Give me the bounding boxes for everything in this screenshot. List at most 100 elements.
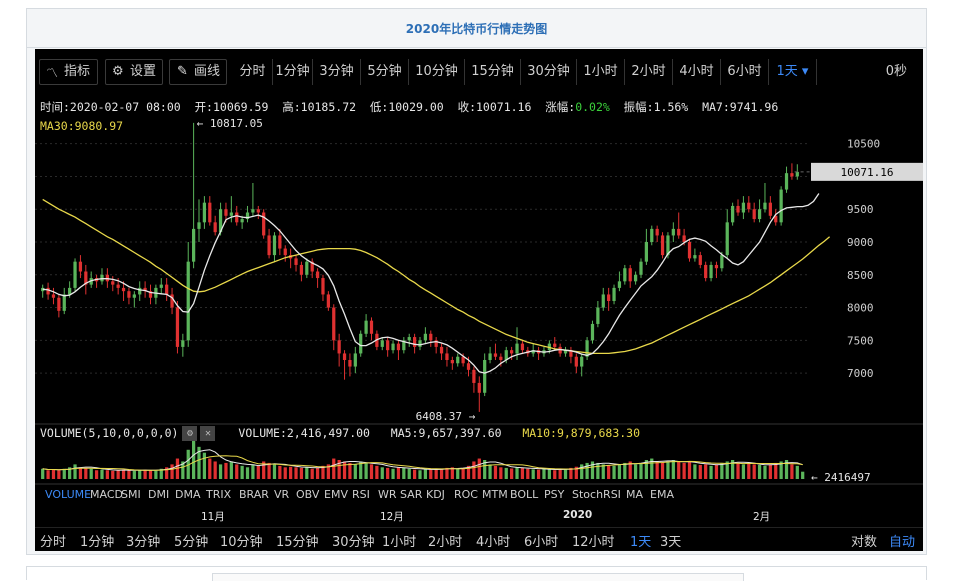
candle-body — [116, 284, 120, 288]
indicator-tab[interactable]: ROC — [454, 488, 478, 501]
volume-bar — [655, 461, 659, 479]
volume-bar — [283, 467, 287, 479]
volume-bar — [202, 452, 207, 479]
candle-body — [132, 294, 136, 298]
volume-bar — [235, 464, 239, 479]
volume-settings-icon[interactable]: ⚙ — [182, 426, 198, 441]
candle-body — [429, 333, 433, 341]
volume-bar — [752, 464, 756, 479]
volume-bar — [504, 467, 508, 479]
candle-body — [725, 222, 729, 256]
indicator-tab[interactable]: VR — [274, 488, 289, 501]
volume-bar — [229, 461, 233, 479]
scale-option[interactable]: 对数 — [851, 531, 877, 550]
indicator-tab[interactable]: OBV — [296, 488, 319, 501]
volume-bar — [84, 467, 88, 479]
indicator-tab[interactable]: PSY — [544, 488, 564, 501]
volume-bar — [774, 462, 778, 479]
volume-bar — [461, 467, 465, 479]
volume-bar — [62, 468, 66, 479]
candle-body — [353, 353, 357, 367]
volume-bar — [315, 467, 320, 479]
kline-chart-panel: 〽 指标 ⚙ 设置 ✎ 画线 分时 1分钟 3分钟 5分钟 10分钟 15分钟 30分钟 1小… — [35, 49, 923, 551]
indicator-tab[interactable]: RSI — [352, 488, 370, 501]
indicator-tab[interactable]: SMI — [121, 488, 141, 501]
candle-body — [790, 173, 794, 177]
volume-bar — [299, 467, 304, 479]
bottom-period-tab[interactable]: 1天 — [630, 531, 651, 550]
volume-bar — [138, 470, 142, 479]
volume-bar — [407, 468, 411, 479]
indicator-tab[interactable]: DMI — [148, 488, 169, 501]
volume-bar — [488, 464, 492, 479]
candle-body — [267, 235, 271, 256]
indicator-tab[interactable]: TRIX — [206, 488, 231, 501]
max-price-annotation: ← 10817.05 — [197, 117, 263, 130]
indicator-tab[interactable]: MTM — [482, 488, 508, 501]
min-price-annotation: 6408.37 → — [416, 410, 476, 423]
indicator-tab[interactable]: SAR — [400, 488, 422, 501]
bottom-period-tab[interactable]: 1小时 — [382, 531, 416, 550]
candle-body — [62, 294, 66, 311]
candle-body — [283, 248, 287, 256]
volume-bar — [558, 469, 562, 479]
volume-bar — [563, 468, 568, 479]
bottom-period-tab[interactable]: 12小时 — [572, 531, 615, 550]
next-card — [26, 566, 927, 581]
volume-bar — [741, 464, 746, 479]
candle-body — [553, 343, 557, 347]
bottom-period-tab[interactable]: 10分钟 — [220, 531, 263, 550]
indicator-tab[interactable]: EMV — [324, 488, 348, 501]
bottom-period-tab[interactable]: 5分钟 — [174, 531, 208, 550]
volume-info: VOLUME(5,10,0,0,0,0) ⚙ ✕ VOLUME:2,416,497.… — [40, 426, 640, 441]
volume-bar — [698, 464, 702, 479]
candle-body — [483, 360, 487, 393]
candle-body — [369, 320, 374, 334]
y-tick-label: 7000 — [847, 367, 874, 380]
bottom-period-bar: 分时 1分钟 3分钟 5分钟 10分钟 15分钟 30分钟 1小时 2小时 4小时 6小时 12小时 1… — [35, 527, 923, 551]
candle-body — [709, 264, 713, 279]
candle-body — [488, 353, 492, 360]
volume-bar — [380, 467, 384, 479]
bottom-period-tab[interactable]: 3分钟 — [126, 531, 160, 550]
candle-body — [294, 258, 298, 265]
candle-body — [46, 287, 50, 295]
bottom-period-tab[interactable]: 30分钟 — [332, 531, 375, 550]
candle-body — [445, 353, 449, 360]
title-bar: 2020年比特币行情走势图 — [27, 9, 926, 48]
candle-body — [391, 343, 395, 351]
candle-body — [687, 242, 692, 259]
candle-body — [763, 202, 767, 210]
indicator-tab[interactable]: KDJ — [426, 488, 445, 501]
candle-body — [181, 340, 185, 347]
volume-bar — [386, 467, 390, 479]
volume-close-icon[interactable]: ✕ — [200, 426, 216, 441]
volume-bar — [493, 465, 498, 479]
bottom-period-tab[interactable]: 1分钟 — [80, 531, 114, 550]
volume-bar — [633, 464, 638, 479]
indicator-tab[interactable]: EMA — [650, 488, 674, 501]
indicator-tab[interactable]: VOLUME — [45, 488, 91, 501]
volume-bar — [709, 465, 713, 479]
scale-option[interactable]: 自动 — [889, 531, 915, 550]
bottom-period-tab[interactable]: 15分钟 — [276, 531, 319, 550]
indicator-tab[interactable]: MACD — [90, 488, 123, 501]
bottom-period-tab[interactable]: 分时 — [40, 531, 66, 550]
volume-bar — [520, 467, 525, 479]
indicator-tab[interactable]: BOLL — [510, 488, 538, 501]
indicator-tab[interactable]: WR — [378, 488, 397, 501]
indicator-tab[interactable]: DMA — [175, 488, 201, 501]
indicator-tab[interactable]: MA — [626, 488, 643, 501]
indicator-tab[interactable]: StochRSI — [572, 488, 621, 501]
indicator-tab[interactable]: BRAR — [239, 488, 269, 501]
candle-body — [741, 202, 746, 213]
bottom-period-tab[interactable]: 4小时 — [476, 531, 510, 550]
bottom-period-tab[interactable]: 6小时 — [524, 531, 558, 550]
candle-body — [590, 323, 595, 341]
volume-bar — [94, 470, 99, 479]
bottom-period-tab[interactable]: 3天 — [660, 531, 681, 550]
volume-bar — [224, 462, 228, 479]
bottom-period-tab[interactable]: 2小时 — [428, 531, 462, 550]
volume-bar — [536, 469, 541, 479]
candle-body — [784, 173, 789, 190]
